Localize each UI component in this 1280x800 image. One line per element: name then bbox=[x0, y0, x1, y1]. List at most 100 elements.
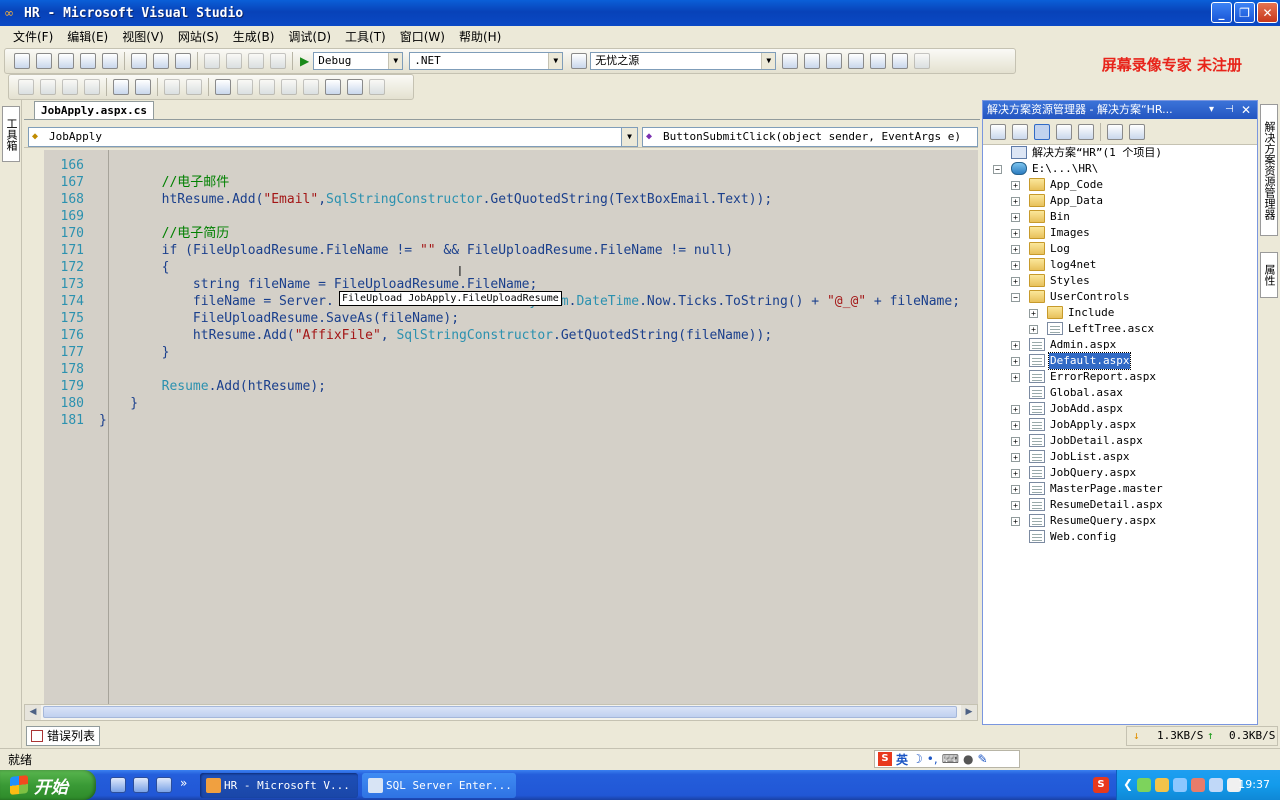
expand-icon[interactable]: + bbox=[1011, 405, 1020, 414]
code-line[interactable]: 168 htResume.Add("Email",SqlStringConstr… bbox=[24, 191, 978, 208]
expand-icon[interactable]: + bbox=[1011, 469, 1020, 478]
code-line[interactable]: 181} bbox=[24, 412, 978, 429]
menu-view[interactable]: 视图(V) bbox=[115, 27, 171, 47]
object-browser-icon[interactable] bbox=[826, 53, 843, 69]
expand-icon[interactable]: + bbox=[1011, 453, 1020, 462]
security-tray-icon[interactable] bbox=[1155, 778, 1169, 792]
tree-item-label[interactable]: log4net bbox=[1049, 257, 1097, 273]
save-icon[interactable] bbox=[80, 53, 96, 69]
expand-icon[interactable]: + bbox=[1011, 437, 1020, 446]
tree-item-label[interactable]: Default.aspx bbox=[1047, 352, 1132, 370]
expand-icon[interactable]: + bbox=[1011, 485, 1020, 494]
toolbox-tab[interactable]: 工具箱 bbox=[2, 106, 20, 162]
previous-bookmark-folder-icon[interactable] bbox=[281, 79, 297, 95]
code-text[interactable]: } bbox=[99, 412, 107, 429]
view-code-icon[interactable] bbox=[1056, 123, 1072, 140]
expand-icon[interactable]: + bbox=[1011, 277, 1020, 286]
next-bookmark-folder-icon[interactable] bbox=[303, 79, 319, 95]
code-text[interactable]: //电子简历 bbox=[99, 225, 230, 242]
nest-related-files-icon[interactable] bbox=[1034, 123, 1050, 140]
chevron-down-icon[interactable]: ▼ bbox=[388, 53, 403, 69]
toolbox-icon[interactable] bbox=[848, 53, 865, 69]
navigate-forward-icon[interactable] bbox=[270, 53, 286, 69]
ime-language-label[interactable]: 英 bbox=[896, 751, 908, 768]
tree-item-label[interactable]: Log bbox=[1049, 241, 1071, 257]
tree-item-label[interactable]: Web.config bbox=[1049, 529, 1117, 545]
tree-item-label[interactable]: ResumeQuery.aspx bbox=[1049, 513, 1157, 529]
settings-wrench-icon[interactable]: ✎ bbox=[978, 752, 988, 766]
close-button[interactable]: ✕ bbox=[1257, 2, 1278, 23]
expand-icon[interactable]: + bbox=[1029, 309, 1038, 318]
start-page-icon[interactable] bbox=[870, 53, 887, 69]
expand-icon[interactable]: + bbox=[1011, 357, 1020, 366]
tree-item-label[interactable]: ResumeDetail.aspx bbox=[1049, 497, 1164, 513]
code-line[interactable]: 167 //电子邮件 bbox=[24, 174, 978, 191]
code-line[interactable]: 172 { bbox=[24, 259, 978, 276]
code-line[interactable]: 166 bbox=[24, 157, 978, 174]
tree-item-label[interactable]: Bin bbox=[1049, 209, 1071, 225]
expand-icon[interactable]: + bbox=[1011, 229, 1020, 238]
collapse-icon[interactable]: − bbox=[993, 165, 1002, 174]
tree-item-label[interactable]: E:\...\HR\ bbox=[1031, 161, 1099, 177]
expand-icon[interactable]: + bbox=[1011, 501, 1020, 510]
code-text[interactable]: htResume.Add("Email",SqlStringConstructo… bbox=[99, 191, 773, 208]
code-line[interactable]: 170 //电子简历 bbox=[24, 225, 978, 242]
code-text[interactable]: { bbox=[99, 259, 170, 276]
collapse-icon[interactable]: − bbox=[1011, 293, 1020, 302]
member-combo[interactable]: ◆ ButtonSubmitClick(object sender, Event… bbox=[642, 127, 978, 147]
task-sql-server[interactable]: SQL Server Enter... bbox=[362, 773, 516, 798]
code-line[interactable]: 180 } bbox=[24, 395, 978, 412]
previous-bookmark-document-icon[interactable] bbox=[325, 79, 341, 95]
copy-icon[interactable] bbox=[153, 53, 169, 69]
cut-icon[interactable] bbox=[131, 53, 147, 69]
expand-icon[interactable]: + bbox=[1011, 181, 1020, 190]
menu-file[interactable]: 文件(F) bbox=[6, 27, 60, 47]
code-line[interactable]: 179 Resume.Add(htResume); bbox=[24, 378, 978, 395]
new-project-icon[interactable] bbox=[14, 53, 30, 69]
code-text[interactable]: if (FileUploadResume.FileName != "" && F… bbox=[99, 242, 733, 259]
open-file-icon[interactable] bbox=[58, 53, 74, 69]
expand-icon[interactable]: + bbox=[1011, 341, 1020, 350]
refresh-icon[interactable] bbox=[1012, 123, 1028, 140]
tray-collapse-icon[interactable]: ❮ bbox=[1123, 777, 1133, 791]
comment-out-icon[interactable] bbox=[164, 79, 180, 95]
configuration-combo[interactable]: Debug ▼ bbox=[313, 52, 404, 70]
decrease-indent-icon[interactable] bbox=[113, 79, 129, 95]
tree-item-label[interactable]: App_Data bbox=[1049, 193, 1104, 209]
horizontal-scrollbar[interactable]: ◀ ▶ bbox=[24, 704, 978, 721]
display-members-icon[interactable] bbox=[18, 79, 34, 95]
expand-icon[interactable]: + bbox=[1011, 421, 1020, 430]
properties-icon[interactable] bbox=[990, 123, 1006, 140]
code-editor[interactable]: 166 167 //电子邮件 168 htResume.Add("Email",Sq… bbox=[24, 150, 978, 704]
quick-launch-more-icon[interactable]: » bbox=[180, 776, 187, 790]
code-text[interactable]: htResume.Add("AffixFile", SqlStringConst… bbox=[99, 327, 772, 344]
power-tray-icon[interactable] bbox=[1209, 778, 1223, 792]
code-line[interactable]: 178 bbox=[24, 361, 978, 378]
menu-debug[interactable]: 调试(D) bbox=[281, 27, 338, 47]
tree-item-label[interactable]: JobAdd.aspx bbox=[1049, 401, 1124, 417]
toggle-bookmark-icon[interactable] bbox=[215, 79, 231, 95]
expand-icon[interactable]: + bbox=[1011, 373, 1020, 382]
tree-item-label[interactable]: Styles bbox=[1049, 273, 1091, 289]
messenger-tray-icon[interactable] bbox=[1191, 778, 1205, 792]
properties-icon[interactable] bbox=[804, 53, 821, 69]
chevron-down-icon[interactable]: ▼ bbox=[761, 53, 776, 69]
view-designer-icon[interactable] bbox=[1078, 123, 1094, 140]
next-bookmark-icon[interactable] bbox=[259, 79, 275, 95]
tree-item-label[interactable]: Global.asax bbox=[1049, 385, 1124, 401]
code-line[interactable]: 171 if (FileUploadResume.FileName != "" … bbox=[24, 242, 978, 259]
scroll-left-icon[interactable]: ◀ bbox=[25, 705, 41, 720]
menu-edit[interactable]: 编辑(E) bbox=[60, 27, 115, 47]
expand-icon[interactable]: + bbox=[1011, 197, 1020, 206]
toolbar-options-icon[interactable] bbox=[914, 53, 931, 69]
navigate-back-icon[interactable] bbox=[248, 53, 264, 69]
internet-explorer-icon[interactable] bbox=[156, 777, 172, 793]
tree-item-label[interactable]: JobDetail.aspx bbox=[1049, 433, 1144, 449]
next-bookmark-document-icon[interactable] bbox=[347, 79, 363, 95]
sogou-ime-icon[interactable]: S bbox=[878, 752, 892, 766]
minimize-button[interactable]: _ bbox=[1211, 2, 1232, 23]
media-player-icon[interactable] bbox=[133, 777, 149, 793]
tab-error-list[interactable]: 错误列表 bbox=[26, 726, 101, 746]
scroll-thumb[interactable] bbox=[43, 706, 957, 718]
uncomment-icon[interactable] bbox=[186, 79, 202, 95]
